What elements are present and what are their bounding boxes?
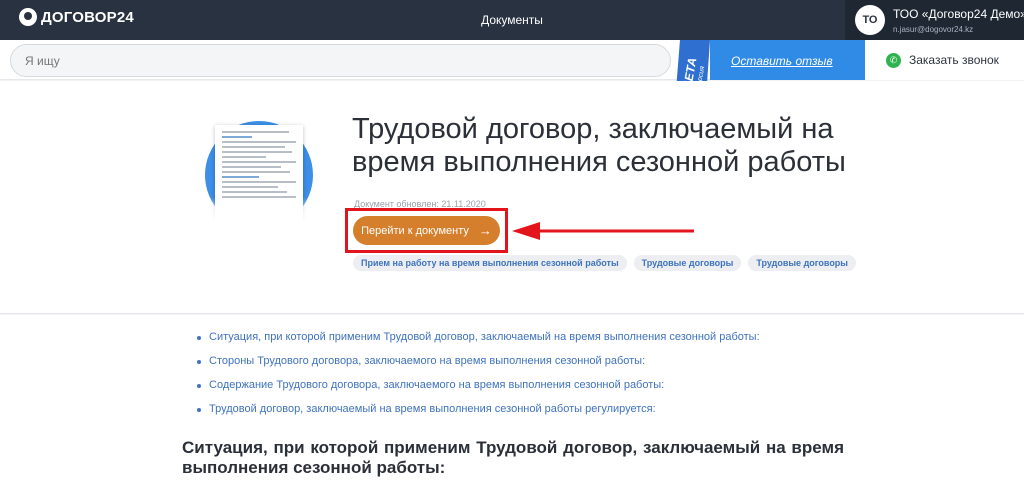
- toc-item[interactable]: Трудовой договор, заключаемый на время в…: [197, 403, 760, 427]
- toc-item-label: Ситуация, при которой применим Трудовой …: [209, 331, 760, 343]
- toc-item[interactable]: Стороны Трудового договора, заключаемого…: [197, 355, 760, 379]
- bullet-icon: [197, 384, 201, 388]
- account-name: ТОО «Договор24 Демо»: [893, 7, 1024, 21]
- section-heading: Ситуация, при которой применим Трудовой …: [182, 438, 844, 477]
- tag-list: Прием на работу на время выполнения сезо…: [353, 255, 856, 271]
- feedback-panel: Оставить отзыв: [710, 40, 865, 80]
- toc-item-label: Трудовой договор, заключаемый на время в…: [209, 403, 656, 415]
- go-to-document-label: Перейти к документу: [361, 224, 469, 237]
- toc-item[interactable]: Ситуация, при которой применим Трудовой …: [197, 331, 760, 355]
- feedback-link[interactable]: Оставить отзыв: [731, 54, 833, 68]
- bullet-icon: [197, 408, 201, 412]
- tag[interactable]: Трудовые договоры: [633, 255, 742, 271]
- toc-item-label: Стороны Трудового договора, заключаемого…: [209, 355, 646, 367]
- table-of-contents: Ситуация, при которой применим Трудовой …: [197, 331, 760, 427]
- callback-label: Заказать звонок: [909, 53, 999, 67]
- annotation-arrow-icon: [512, 222, 694, 240]
- toc-item-label: Содержание Трудового договора, заключаем…: [209, 379, 665, 391]
- bullet-icon: [197, 336, 201, 340]
- go-to-document-button[interactable]: Перейти к документу →: [353, 216, 500, 245]
- tag[interactable]: Трудовые договоры: [748, 255, 856, 271]
- nav-title[interactable]: Документы: [481, 13, 543, 27]
- top-navbar: ДОГОВОР24 Документы ТО ТОО «Договор24 Де…: [0, 0, 1024, 40]
- account-email: n.jasur@dogovor24.kz: [893, 25, 974, 34]
- avatar[interactable]: ТО: [855, 5, 885, 35]
- document-content: Ситуация, при которой применим Трудовой …: [0, 315, 1024, 486]
- document-hero: Трудовой договор, заключаемый на время в…: [0, 81, 1024, 314]
- bullet-icon: [197, 360, 201, 364]
- thumbnail-fade: [205, 197, 315, 233]
- search-input[interactable]: [10, 44, 671, 77]
- page-title: Трудовой договор, заключаемый на время в…: [352, 113, 846, 178]
- account-menu[interactable]: ТО ТОО «Договор24 Демо» n.jasur@dogovor2…: [845, 0, 1024, 40]
- tag[interactable]: Прием на работу на время выполнения сезо…: [353, 255, 627, 271]
- phone-icon: ✆: [886, 52, 901, 68]
- callback-button[interactable]: ✆ Заказать звонок: [865, 40, 1024, 80]
- toc-item[interactable]: Содержание Трудового договора, заключаем…: [197, 379, 760, 403]
- arrow-right-icon: →: [478, 223, 492, 238]
